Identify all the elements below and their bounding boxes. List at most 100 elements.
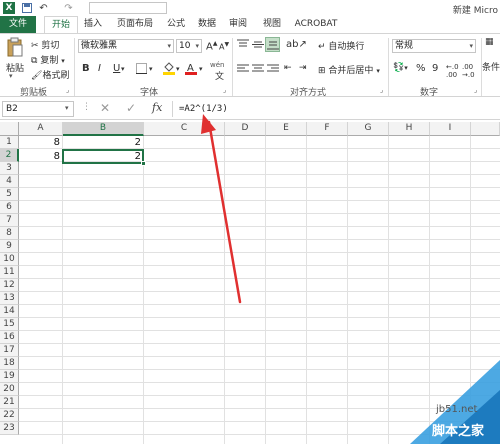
- formula-bar-resize-handle[interactable]: ⋮: [82, 102, 91, 112]
- column-header-b[interactable]: B: [63, 122, 144, 136]
- tab-home[interactable]: 开始: [44, 16, 78, 33]
- font-name-select[interactable]: 微软雅黑 ▾: [78, 39, 174, 53]
- copy-button[interactable]: ⧉ 复制 ▾: [31, 53, 65, 66]
- select-all-corner[interactable]: [0, 122, 19, 136]
- column-header-d[interactable]: D: [225, 122, 266, 136]
- fill-handle[interactable]: [141, 161, 146, 166]
- clipboard-launcher-icon[interactable]: ⌟: [66, 86, 69, 94]
- fill-color-button[interactable]: [163, 61, 175, 78]
- row-header-21[interactable]: 21: [0, 396, 19, 409]
- merge-center-button[interactable]: ⊞ 合并后居中 ▾: [318, 63, 380, 76]
- conditional-format-button[interactable]: 条件: [482, 60, 500, 73]
- orientation-button[interactable]: ab↗: [286, 39, 307, 50]
- font-color-button[interactable]: A: [185, 61, 197, 78]
- fill-color-dropdown-icon[interactable]: ▾: [176, 65, 180, 73]
- comma-style-button[interactable]: 9: [432, 63, 438, 74]
- number-format-select[interactable]: 常规 ▾: [392, 39, 476, 53]
- row-header-4[interactable]: 4: [0, 175, 19, 188]
- cancel-icon[interactable]: ✕: [100, 101, 110, 115]
- tab-insert[interactable]: 插入: [82, 16, 104, 33]
- tab-view[interactable]: 视图: [262, 16, 282, 33]
- decrease-indent-button[interactable]: ⇤: [284, 63, 292, 73]
- row-header-18[interactable]: 18: [0, 357, 19, 370]
- column-header-h[interactable]: H: [389, 122, 430, 136]
- paste-dropdown-icon[interactable]: ▾: [9, 72, 13, 80]
- name-box[interactable]: B2: [2, 101, 74, 117]
- row-header-14[interactable]: 14: [0, 305, 19, 318]
- grow-font-button[interactable]: A▲: [206, 40, 217, 52]
- increase-indent-button[interactable]: ⇥: [299, 63, 307, 73]
- cell-A1[interactable]: 8: [19, 136, 63, 149]
- tab-review[interactable]: 审阅: [228, 16, 248, 33]
- column-header-e[interactable]: E: [266, 122, 307, 136]
- row-header-1[interactable]: 1: [0, 136, 19, 149]
- phonetic-button[interactable]: wén: [210, 61, 224, 69]
- underline-dropdown-icon[interactable]: ▾: [121, 65, 125, 73]
- decrease-decimal-button[interactable]: .00 →.0: [462, 63, 475, 79]
- align-left-button[interactable]: [237, 63, 249, 77]
- enter-icon[interactable]: ✓: [126, 101, 136, 115]
- percent-button[interactable]: %: [416, 63, 426, 74]
- quick-access-input[interactable]: [89, 2, 167, 14]
- column-header-f[interactable]: F: [307, 122, 348, 136]
- align-top-button[interactable]: [237, 39, 249, 53]
- row-header-23[interactable]: 23: [0, 422, 19, 435]
- bold-button[interactable]: B: [82, 63, 90, 74]
- row-header-9[interactable]: 9: [0, 240, 19, 253]
- tab-acrobat[interactable]: ACROBAT: [292, 16, 340, 33]
- row-header-16[interactable]: 16: [0, 331, 19, 344]
- row-header-8[interactable]: 8: [0, 227, 19, 240]
- tab-file[interactable]: 文件: [0, 16, 36, 33]
- save-icon[interactable]: [21, 2, 32, 14]
- underline-button[interactable]: U: [113, 63, 120, 74]
- row-header-7[interactable]: 7: [0, 214, 19, 227]
- tab-data[interactable]: 数据: [197, 16, 217, 33]
- align-right-button[interactable]: [267, 63, 279, 77]
- format-painter-button[interactable]: 🖌格式刷: [31, 68, 69, 81]
- row-header-3[interactable]: 3: [0, 162, 19, 175]
- cut-button[interactable]: ✂ 剪切: [31, 38, 59, 51]
- align-bottom-button[interactable]: [265, 37, 280, 52]
- insert-function-button[interactable]: fx: [152, 101, 162, 114]
- formula-input[interactable]: =A2^(1/3): [172, 101, 500, 117]
- column-header-g[interactable]: G: [348, 122, 389, 136]
- tab-page-layout[interactable]: 页面布局: [113, 16, 157, 33]
- row-header-20[interactable]: 20: [0, 383, 19, 396]
- paste-button[interactable]: [6, 37, 24, 60]
- row-header-10[interactable]: 10: [0, 253, 19, 266]
- row-header-17[interactable]: 17: [0, 344, 19, 357]
- italic-button[interactable]: I: [98, 63, 101, 74]
- row-header-2[interactable]: 2: [0, 149, 19, 162]
- row-header-13[interactable]: 13: [0, 292, 19, 305]
- column-header-c[interactable]: C: [144, 122, 225, 136]
- cell-B1[interactable]: 2: [63, 136, 144, 149]
- undo-icon[interactable]: ↶: [38, 2, 49, 14]
- borders-dropdown-icon[interactable]: ▾: [149, 65, 153, 73]
- borders-button[interactable]: [136, 63, 147, 77]
- spreadsheet-grid[interactable]: ABCDEFGHI 1 2 3 4 5 6 7 8 9 10 11 12 13 14 15 16 17 18 19 2…: [0, 122, 500, 444]
- column-header-i[interactable]: I: [430, 122, 471, 136]
- font-launcher-icon[interactable]: ⌟: [223, 86, 226, 94]
- row-header-5[interactable]: 5: [0, 188, 19, 201]
- chevron-down-icon[interactable]: ▾: [65, 104, 69, 112]
- align-middle-button[interactable]: [252, 39, 264, 53]
- wrap-text-button[interactable]: ↵ 自动换行: [318, 39, 364, 52]
- redo-icon[interactable]: ↷: [63, 2, 74, 14]
- row-header-6[interactable]: 6: [0, 201, 19, 214]
- cell-A2[interactable]: 8: [19, 150, 63, 163]
- row-header-15[interactable]: 15: [0, 318, 19, 331]
- tab-formulas[interactable]: 公式: [166, 16, 186, 33]
- row-header-19[interactable]: 19: [0, 370, 19, 383]
- column-header-a[interactable]: A: [19, 122, 63, 136]
- alignment-launcher-icon[interactable]: ⌟: [380, 86, 383, 94]
- accounting-format-button[interactable]: 💱▾: [393, 63, 408, 73]
- shrink-font-button[interactable]: A▼: [219, 41, 229, 52]
- row-header-11[interactable]: 11: [0, 266, 19, 279]
- number-launcher-icon[interactable]: ⌟: [474, 86, 477, 94]
- row-header-22[interactable]: 22: [0, 409, 19, 422]
- font-size-select[interactable]: 10 ▾: [176, 39, 202, 53]
- row-header-12[interactable]: 12: [0, 279, 19, 292]
- font-color-dropdown-icon[interactable]: ▾: [199, 65, 203, 73]
- align-center-button[interactable]: [252, 63, 264, 77]
- increase-decimal-button[interactable]: ←.0.00: [446, 63, 459, 79]
